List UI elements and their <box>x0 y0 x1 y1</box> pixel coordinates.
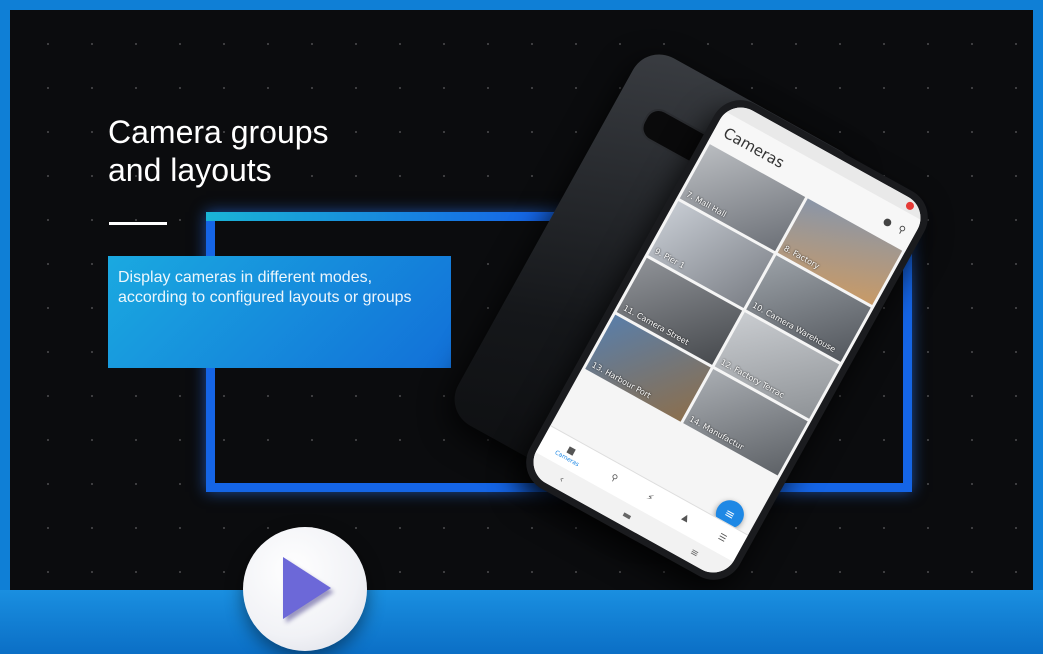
slide-title: Camera groups and layouts <box>108 114 329 188</box>
camera-tile-label: 14. Manufactur <box>687 414 746 452</box>
nav-alarms[interactable]: ▲ <box>680 512 691 524</box>
nav-cameras[interactable]: ■ Cameras <box>554 440 586 467</box>
description-text: Display cameras in different modes, acco… <box>118 269 412 306</box>
recents-icon[interactable]: ≡ <box>688 546 701 560</box>
lightning-icon: ⚡ <box>644 492 655 505</box>
app-bar-icons: ● ⚲ <box>881 215 907 236</box>
home-icon[interactable]: ▬ <box>620 508 634 522</box>
title-underline <box>109 222 167 225</box>
video-frame[interactable]: Camera groups and layouts Display camera… <box>10 10 1033 590</box>
bottom-band <box>0 590 1043 654</box>
nav-menu[interactable]: ☰ <box>716 532 728 545</box>
nav-events[interactable]: ⚡ <box>644 492 654 504</box>
record-indicator-icon <box>904 200 916 212</box>
nav-map[interactable]: ⚲ <box>609 473 620 485</box>
play-icon <box>283 557 331 619</box>
description-box: Display cameras in different modes, acco… <box>108 256 451 368</box>
search-icon[interactable]: ⚲ <box>896 223 908 236</box>
back-icon[interactable]: ‹ <box>557 474 566 486</box>
camera-tile-label: 13. Harbour Port <box>590 360 653 401</box>
bell-icon: ▲ <box>679 512 691 525</box>
map-pin-icon: ⚲ <box>608 472 620 485</box>
refresh-icon[interactable]: ● <box>881 215 894 229</box>
play-button[interactable] <box>243 527 367 651</box>
filter-icon: ≡ <box>722 505 738 523</box>
menu-icon: ☰ <box>716 532 728 545</box>
highlight-frame-accent <box>206 212 536 221</box>
